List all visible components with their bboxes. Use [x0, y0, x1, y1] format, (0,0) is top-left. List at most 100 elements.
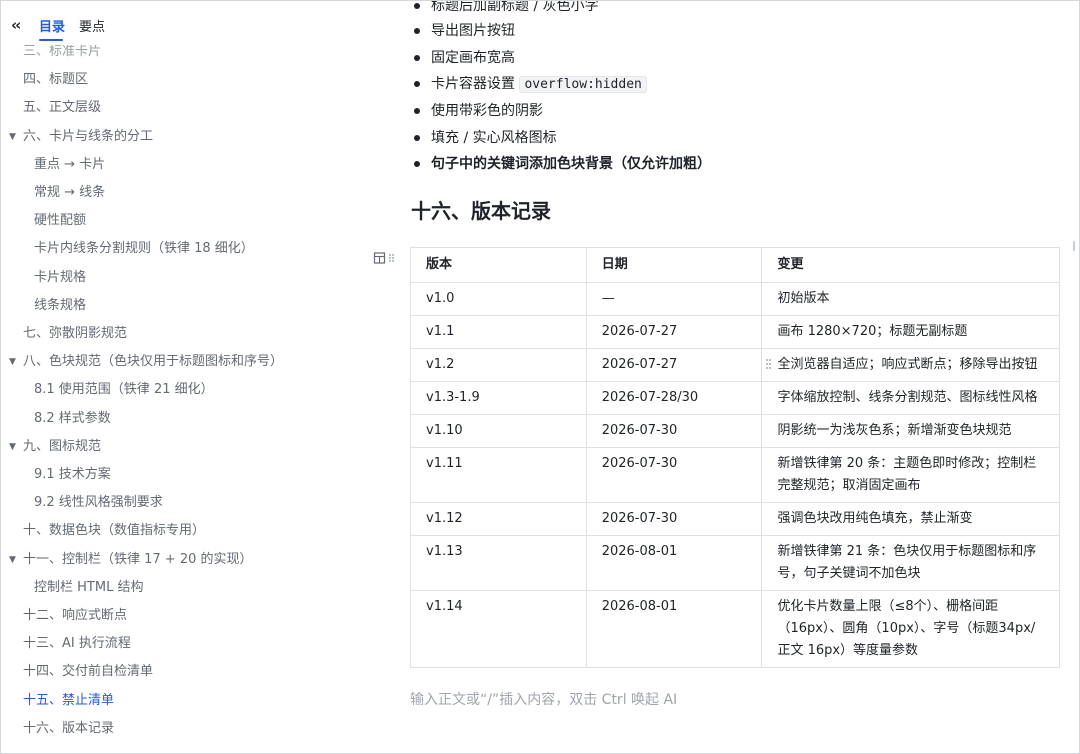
- active-tab-indicator: [39, 39, 63, 41]
- table-row[interactable]: v1.10 2026-07-30 阴影统一为浅灰色系；新增渐变色块规范: [410, 414, 1060, 448]
- cell-change[interactable]: 优化卡片数量上限（≤8个）、栅格间距（16px）、圆角（10px）、字号（标题3…: [761, 590, 1060, 668]
- cell-change[interactable]: 画布 1280×720；标题无副标题: [761, 315, 1060, 349]
- cell-date[interactable]: 2026-07-27: [585, 315, 763, 349]
- sidebar-item[interactable]: ▼ 十一、控制栏（铁律 17 + 20 的实现）: [1, 547, 381, 573]
- triangle-down-icon[interactable]: ▼: [9, 547, 16, 573]
- version-table[interactable]: 版本 日期 变更 v1.0— 初始版本 v1.1 2026-07-27 画布 1280×…: [410, 247, 1060, 668]
- tab-key-points[interactable]: 要点: [79, 20, 105, 36]
- cell-date[interactable]: 2026-08-01: [585, 590, 763, 668]
- sidebar-item[interactable]: 卡片规格: [1, 265, 381, 291]
- bullet-dot-icon: [414, 161, 420, 167]
- cell-change[interactable]: 强调色块改用纯色填充，禁止渐变: [761, 502, 1060, 536]
- list-item-text: 卡片容器设置 overflow:hidden: [431, 73, 647, 96]
- tab-outline[interactable]: 目录: [39, 20, 65, 36]
- document-window: 三、标准卡片四、标题区 五、正文层级 ▼ 六、卡片与线条的分工重点 → 卡片常规 → …: [0, 0, 1080, 754]
- sidebar-item[interactable]: 七、弥散阴影规范: [1, 321, 381, 347]
- cell-date[interactable]: 2026-07-30: [585, 502, 763, 536]
- cell-version[interactable]: v1.11: [410, 447, 587, 503]
- list-item-label: 卡片容器设置: [431, 76, 515, 92]
- sidebar-item-label: 九、图标规范: [23, 438, 102, 454]
- sidebar-item-label: 十一、控制栏（铁律 17 + 20 的实现）: [23, 551, 253, 567]
- sidebar-item-label: 9.1 技术方案: [34, 467, 111, 482]
- sidebar-item[interactable]: 十二、响应式断点: [1, 603, 381, 629]
- cell-version[interactable]: v1.12: [410, 502, 587, 536]
- sidebar-item-label: 十、数据色块（数值指标专用）: [23, 523, 206, 539]
- sidebar-item-label: 八、色块规范（色块仅用于标题图标和序号）: [23, 354, 284, 370]
- cell-version[interactable]: v1.2: [410, 348, 587, 382]
- sidebar-item[interactable]: 硬性配额: [1, 208, 381, 234]
- sidebar-item-label: 三、标准卡片: [23, 44, 102, 59]
- bullet-dot-icon: [414, 28, 420, 34]
- triangle-down-icon[interactable]: ▼: [9, 349, 16, 375]
- sidebar-item-label: 十四、交付前自检清单: [23, 664, 154, 680]
- sidebar-item[interactable]: 控制栏 HTML 结构: [1, 575, 381, 601]
- double-chevron-left-icon[interactable]: ‹‹: [11, 18, 21, 33]
- header-date[interactable]: 日期: [585, 247, 763, 283]
- cell-version[interactable]: v1.0: [410, 282, 587, 316]
- sidebar-item[interactable]: 线条规格: [1, 293, 381, 319]
- sidebar-item[interactable]: 常规 → 线条: [1, 180, 381, 206]
- sidebar-item[interactable]: 卡片内线条分割规则（铁律 18 细化）: [1, 236, 381, 262]
- table-row[interactable]: v1.1 2026-07-27 画布 1280×720；标题无副标题: [410, 315, 1060, 349]
- cell-version[interactable]: v1.14: [410, 590, 587, 668]
- sidebar-item[interactable]: 十六、版本记录: [1, 716, 381, 742]
- sidebar-item-label: 重点 → 卡片: [34, 156, 106, 172]
- sidebar-item[interactable]: 9.2 线性风格强制要求: [1, 490, 381, 516]
- section-heading: 十六、版本记录: [411, 199, 551, 223]
- sidebar-item[interactable]: 十五、禁止清单: [1, 688, 381, 714]
- cell-version[interactable]: v1.13: [410, 535, 587, 591]
- table-row[interactable]: v1.0— 初始版本: [410, 282, 1060, 316]
- sidebar-item[interactable]: 8.1 使用范围（铁律 21 细化）: [1, 377, 381, 403]
- cell-date[interactable]: 2026-07-30: [585, 447, 763, 503]
- triangle-down-icon[interactable]: ▼: [9, 434, 16, 460]
- sidebar-item-label: 七、弥散阴影规范: [23, 326, 128, 341]
- table-row[interactable]: v1.2 2026-07-27 全浏览器自适应；响应式断点；移除导出按钮: [410, 348, 1060, 382]
- cell-change[interactable]: 新增铁律第 21 条：色块仅用于标题图标和序号，句子关键词不加色块: [761, 535, 1060, 591]
- sidebar-item[interactable]: 9.1 技术方案: [1, 462, 381, 488]
- cell-change[interactable]: 初始版本: [761, 282, 1060, 316]
- sidebar-item-label: 线条规格: [34, 297, 87, 313]
- table-row[interactable]: v1.11 2026-07-30 新增铁律第 20 条：主题色即时修改；控制栏完整规…: [410, 447, 1060, 503]
- sidebar-item-label: 8.2 样式参数: [34, 410, 111, 426]
- cell-version[interactable]: v1.3-1.9: [410, 381, 587, 415]
- sidebar-item[interactable]: ▼ 六、卡片与线条的分工: [1, 124, 381, 150]
- table-row[interactable]: v1.14 2026-08-01 优化卡片数量上限（≤8个）、栅格间距（16px）、…: [410, 590, 1060, 668]
- bullet-dot-icon: [414, 3, 420, 9]
- editor-placeholder[interactable]: 输入正文或“/”插入内容，双击 Ctrl 唤起 AI: [410, 689, 677, 711]
- cell-version[interactable]: v1.1: [410, 315, 587, 349]
- sidebar-item[interactable]: 十三、AI 执行流程: [1, 631, 381, 657]
- cell-change[interactable]: 字体缩放控制、线条分割规范、图标线性风格: [761, 381, 1060, 415]
- drag-dots-icon[interactable]: [765, 357, 773, 375]
- cell-change[interactable]: 新增铁律第 20 条：主题色即时修改；控制栏完整规范；取消固定画布: [761, 447, 1060, 503]
- outline-sidebar: 三、标准卡片四、标题区 五、正文层级 ▼ 六、卡片与线条的分工重点 → 卡片常规 → …: [1, 1, 381, 753]
- table-handle-svg: [373, 252, 394, 264]
- cell-date[interactable]: —: [585, 282, 763, 316]
- cell-date[interactable]: 2026-07-30: [585, 414, 763, 448]
- header-version[interactable]: 版本: [410, 247, 587, 283]
- list-item-text: 导出图片按钮: [431, 23, 515, 39]
- cell-change[interactable]: 全浏览器自适应；响应式断点；移除导出按钮: [761, 348, 1060, 382]
- cell-date[interactable]: 2026-08-01: [585, 535, 763, 591]
- sidebar-item-label: 硬性配额: [34, 213, 87, 229]
- table-row[interactable]: v1.3-1.9 2026-07-28/30 字体缩放控制、线条分割规范、图标线性风…: [410, 381, 1060, 415]
- cell-change[interactable]: 阴影统一为浅灰色系；新增渐变色块规范: [761, 414, 1060, 448]
- cell-date[interactable]: 2026-07-27: [585, 348, 763, 382]
- header-change[interactable]: 变更: [761, 247, 1060, 283]
- sidebar-item[interactable]: 重点 → 卡片: [1, 152, 381, 178]
- table-row[interactable]: v1.12 2026-07-30 强调色块改用纯色填充，禁止渐变: [410, 502, 1060, 536]
- cell-version[interactable]: v1.10: [410, 414, 587, 448]
- sidebar-item[interactable]: ▼ 九、图标规范: [1, 434, 381, 460]
- cell-date[interactable]: 2026-07-28/30: [585, 381, 763, 415]
- sidebar-item[interactable]: 十、数据色块（数值指标专用）: [1, 518, 381, 544]
- list-item-text: 填充 / 实心风格图标: [431, 130, 557, 146]
- sidebar-item[interactable]: 四、标题区: [1, 67, 381, 93]
- sidebar-item[interactable]: 十四、交付前自检清单: [1, 659, 381, 685]
- table-grid-icon[interactable]: [373, 251, 397, 265]
- sidebar-item[interactable]: ▼ 八、色块规范（色块仅用于标题图标和序号）: [1, 349, 381, 375]
- table-row[interactable]: v1.13 2026-08-01 新增铁律第 21 条：色块仅用于标题图标和序号，句…: [410, 535, 1060, 591]
- sidebar-item-label: 六、卡片与线条的分工: [23, 128, 154, 144]
- sidebar-item[interactable]: 8.2 样式参数: [1, 406, 381, 432]
- sidebar-item[interactable]: 五、正文层级: [1, 95, 381, 121]
- bullet-dot-icon: [414, 81, 420, 87]
- triangle-down-icon[interactable]: ▼: [9, 124, 16, 150]
